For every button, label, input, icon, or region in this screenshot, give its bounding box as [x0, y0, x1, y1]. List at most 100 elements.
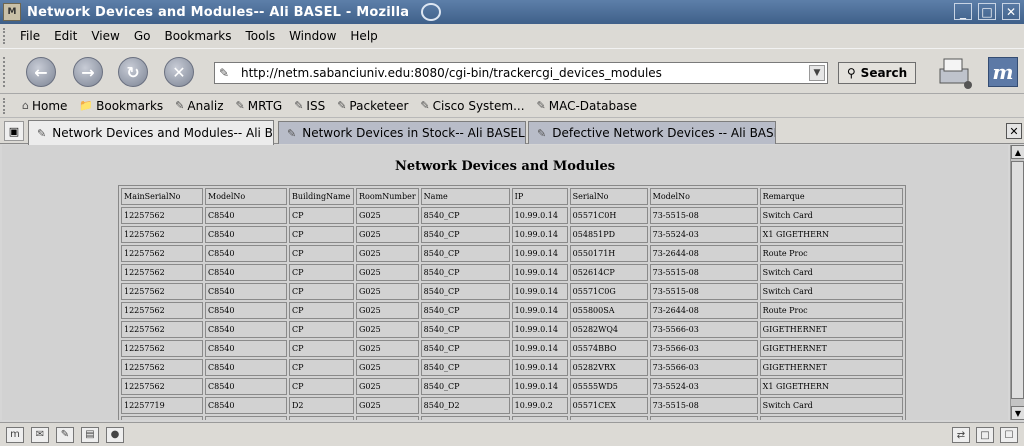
table-cell: Switch Card — [759, 207, 903, 224]
table-cell: 8540_CP — [420, 340, 510, 357]
toolbar-grip[interactable] — [3, 98, 11, 114]
menu-file[interactable]: File — [20, 29, 40, 43]
search-button[interactable]: ⚲ Search — [838, 62, 916, 84]
table-cell: G025 — [356, 378, 419, 395]
menu-edit[interactable]: Edit — [54, 29, 77, 43]
tab-defective-devices[interactable]: ✎ Defective Network Devices -- Ali BASEL — [528, 121, 776, 144]
scrollbar-thumb[interactable] — [1011, 161, 1024, 399]
chat-icon[interactable]: ● — [106, 426, 124, 443]
bookmark-packeteer[interactable]: ✎ Packeteer — [337, 99, 408, 113]
table-cell: 10.99.0.14 — [511, 226, 568, 243]
menu-view[interactable]: View — [91, 29, 119, 43]
column-header: Remarque — [759, 188, 903, 205]
table-cell: X1 GIGETHERN — [759, 226, 903, 243]
navigation-toolbar: ← → ↻ ✕ ✎ ▼ ⚲ Search m — [0, 48, 1024, 94]
table-cell: 73-5524-03 — [649, 226, 758, 243]
bookmark-icon: ✎ — [294, 99, 304, 112]
table-cell: G025 — [356, 207, 419, 224]
new-tab-icon[interactable]: ▣ — [4, 121, 24, 141]
table-cell: Route Proc — [759, 245, 903, 262]
vertical-scrollbar[interactable]: ▲ ▼ — [1010, 145, 1024, 420]
table-cell: G025 — [356, 283, 419, 300]
table-cell: Switch Card — [759, 283, 903, 300]
bookmark-folder[interactable]: 📁 Bookmarks — [79, 99, 163, 113]
minimize-button[interactable]: _ — [954, 3, 972, 20]
table-cell: G025 — [356, 245, 419, 262]
table-cell: 12257562 — [121, 340, 203, 357]
table-cell: 8540_CP — [420, 378, 510, 395]
bookmark-label: Home — [31, 98, 68, 113]
bookmark-label: Analiz — [187, 98, 224, 113]
tab-devices-in-stock[interactable]: ✎ Network Devices in Stock-- Ali BASEL — [278, 121, 526, 144]
table-cell: 05282VRX — [569, 359, 648, 376]
print-icon[interactable] — [934, 55, 976, 91]
table-row: 12257562 C8540 CP G025 8540_CP 10.99.0.14 0528… — [121, 321, 903, 338]
table-cell: 10.99.0.2 — [511, 416, 568, 420]
table-cell — [569, 416, 648, 420]
back-button[interactable]: ← — [26, 57, 56, 87]
table-cell: C8540 — [205, 302, 287, 319]
address-bar: ✎ ▼ — [214, 62, 828, 84]
scroll-down-button[interactable]: ▼ — [1011, 406, 1024, 420]
table-cell: G025 — [356, 416, 419, 420]
mail-icon[interactable]: ✉ — [31, 426, 49, 443]
window-menu-icon[interactable]: M — [3, 3, 21, 21]
table-cell: C8540 — [205, 207, 287, 224]
url-dropdown-button[interactable]: ▼ — [809, 65, 825, 81]
menu-bookmarks[interactable]: Bookmarks — [164, 29, 231, 43]
table-row: 12257562 C8540 CP G025 8540_CP 10.99.0.14 0526… — [121, 264, 903, 281]
table-cell — [649, 416, 758, 420]
personal-toolbar: ⌂ Home 📁 Bookmarks ✎ Analiz ✎ MRTG ✎ ISS ✎ Pac… — [0, 94, 1024, 118]
menu-window[interactable]: Window — [289, 29, 336, 43]
bookmark-mrtg[interactable]: ✎ MRTG — [236, 99, 283, 113]
forward-button[interactable]: → — [73, 57, 103, 87]
menu-go[interactable]: Go — [134, 29, 151, 43]
menu-help[interactable]: Help — [350, 29, 377, 43]
url-input[interactable] — [235, 66, 809, 80]
close-window-button[interactable]: ✕ — [1002, 3, 1020, 20]
table-cell: 05282WQ4 — [569, 321, 648, 338]
maximize-button[interactable]: □ — [978, 3, 996, 20]
toolbar-grip[interactable] — [3, 57, 11, 87]
reload-button[interactable]: ↻ — [118, 57, 148, 87]
close-tab-button[interactable]: ✕ — [1006, 123, 1022, 139]
home-icon: ⌂ — [22, 99, 29, 112]
table-cell: 10.99.0.14 — [511, 245, 568, 262]
page-icon: ✎ — [37, 126, 47, 140]
bookmark-iss[interactable]: ✎ ISS — [294, 99, 325, 113]
table-cell: GIGETHERNET — [759, 359, 903, 376]
bookmark-mac-database[interactable]: ✎ MAC-Database — [537, 99, 638, 113]
scroll-up-button[interactable]: ▲ — [1011, 145, 1024, 159]
navigator-icon[interactable]: m — [6, 426, 24, 443]
online-status-icon[interactable]: ⇄ — [952, 427, 970, 443]
composer-icon[interactable]: ✎ — [56, 426, 74, 443]
column-header: Name — [420, 188, 510, 205]
table-cell: CP — [289, 321, 354, 338]
menu-tools[interactable]: Tools — [246, 29, 276, 43]
status-bar: m ✉ ✎ ▤ ● ⇄ □ ☐ — [0, 422, 1024, 446]
table-cell: 8540_CP — [420, 226, 510, 243]
stop-button[interactable]: ✕ — [164, 57, 194, 87]
bookmark-icon: ✎ — [235, 99, 245, 112]
table-cell: 8540_CP — [420, 283, 510, 300]
table-cell: C8540 — [205, 416, 287, 420]
table-cell: 10.99.0.14 — [511, 264, 568, 281]
table-cell: 8540_CP — [420, 359, 510, 376]
bookmark-label: MRTG — [247, 98, 283, 113]
tab-network-devices-modules[interactable]: ✎ Network Devices and Modules-- Ali BA..… — [28, 120, 274, 145]
bookmark-home[interactable]: ⌂ Home — [22, 99, 67, 113]
security-icon[interactable]: □ — [976, 427, 994, 443]
window-title: Network Devices and Modules-- Ali BASEL … — [27, 4, 410, 20]
addressbook-icon[interactable]: ▤ — [81, 426, 99, 443]
bookmark-cisco[interactable]: ✎ Cisco System... — [420, 99, 524, 113]
table-row: 12257562 C8540 CP G025 8540_CP 10.99.0.14 0558… — [121, 302, 903, 319]
bookmark-analiz[interactable]: ✎ Analiz — [175, 99, 223, 113]
page-content: Network Devices and Modules MainSerialNo… — [2, 145, 1008, 420]
search-icon: ⚲ — [846, 66, 856, 80]
mozilla-throbber-icon[interactable]: m — [988, 57, 1018, 87]
toolbar-grip[interactable] — [3, 28, 11, 44]
table-cell: C8540 — [205, 340, 287, 357]
bookmark-icon: ✎ — [175, 99, 185, 112]
table-cell: CP — [289, 340, 354, 357]
table-cell: 73-5524-03 — [649, 378, 758, 395]
